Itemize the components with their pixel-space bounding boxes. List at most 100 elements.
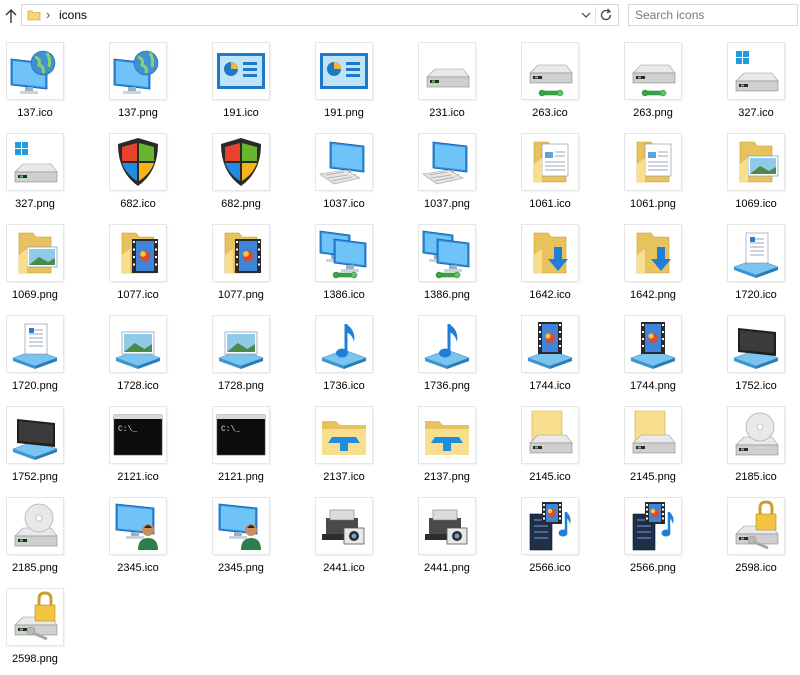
- file-name: 1728.png: [218, 380, 264, 392]
- address-bar[interactable]: › icons: [21, 4, 619, 26]
- file-item[interactable]: 2566.ico: [515, 493, 618, 584]
- file-item[interactable]: 1061.png: [618, 129, 721, 220]
- file-item[interactable]: 2441.png: [412, 493, 515, 584]
- file-name: 2566.png: [630, 562, 676, 574]
- document-library-icon: [7, 316, 63, 372]
- file-name: 327.png: [15, 198, 55, 210]
- file-name: 1720.ico: [735, 289, 777, 301]
- search-box[interactable]: [628, 4, 798, 26]
- file-item[interactable]: 2185.png: [0, 493, 103, 584]
- file-item[interactable]: 191.ico: [206, 38, 309, 129]
- file-item[interactable]: 2345.ico: [103, 493, 206, 584]
- up-arrow-icon[interactable]: [3, 6, 19, 26]
- file-item[interactable]: 1720.png: [0, 311, 103, 402]
- file-item[interactable]: 1728.ico: [103, 311, 206, 402]
- breadcrumb-icons[interactable]: icons: [59, 6, 87, 24]
- file-item[interactable]: 2137.ico: [309, 402, 412, 493]
- file-item[interactable]: 2137.png: [412, 402, 515, 493]
- file-item[interactable]: 1752.ico: [721, 311, 800, 402]
- file-item[interactable]: 2598.ico: [721, 493, 800, 584]
- file-item[interactable]: 263.ico: [515, 38, 618, 129]
- file-item[interactable]: 1386.png: [412, 220, 515, 311]
- windows-shield-icon: [213, 134, 269, 190]
- file-item[interactable]: 327.png: [0, 129, 103, 220]
- file-name: 263.png: [633, 107, 673, 119]
- file-item[interactable]: 137.ico: [0, 38, 103, 129]
- file-item[interactable]: 1037.ico: [309, 129, 412, 220]
- file-name: 1720.png: [12, 380, 58, 392]
- videos-folder-icon: [213, 225, 269, 281]
- video-library-icon: [522, 316, 578, 372]
- file-item[interactable]: 1736.ico: [309, 311, 412, 402]
- file-item[interactable]: 1744.png: [618, 311, 721, 402]
- file-item[interactable]: 1744.ico: [515, 311, 618, 402]
- file-name: 231.ico: [429, 107, 465, 119]
- scanner-camera-icon: [316, 498, 372, 554]
- file-item[interactable]: 1386.ico: [309, 220, 412, 311]
- file-item[interactable]: 1728.png: [206, 311, 309, 402]
- file-name: 1728.ico: [117, 380, 159, 392]
- file-item[interactable]: 2566.png: [618, 493, 721, 584]
- svg-text:C:\_: C:\_: [118, 425, 137, 434]
- file-item[interactable]: 1077.ico: [103, 220, 206, 311]
- document-library-icon: [728, 225, 784, 281]
- file-name: 2145.ico: [529, 471, 571, 483]
- file-item[interactable]: 1037.png: [412, 129, 515, 220]
- file-name: 263.ico: [532, 107, 568, 119]
- file-item[interactable]: C:\_ 2121.png: [206, 402, 309, 493]
- file-item[interactable]: 2441.ico: [309, 493, 412, 584]
- breadcrumb-separator: ›: [46, 7, 51, 22]
- file-item[interactable]: 2345.png: [206, 493, 309, 584]
- file-item[interactable]: 1720.ico: [721, 220, 800, 311]
- file-item[interactable]: 1069.ico: [721, 129, 800, 220]
- file-name: 1077.ico: [117, 289, 159, 301]
- globe-monitor-icon: [7, 43, 63, 99]
- file-item[interactable]: 1069.png: [0, 220, 103, 311]
- file-item[interactable]: 1752.png: [0, 402, 103, 493]
- file-item[interactable]: 1077.png: [206, 220, 309, 311]
- file-item[interactable]: 231.ico: [412, 38, 515, 129]
- chevron-down-icon[interactable]: [579, 5, 593, 25]
- file-name: 1752.ico: [735, 380, 777, 392]
- file-item[interactable]: 1061.ico: [515, 129, 618, 220]
- file-name: 1642.ico: [529, 289, 571, 301]
- file-name: 191.ico: [223, 107, 259, 119]
- file-item[interactable]: 137.png: [103, 38, 206, 129]
- file-item[interactable]: 1736.png: [412, 311, 515, 402]
- network-drive-icon: [522, 43, 578, 99]
- file-item[interactable]: 682.ico: [103, 129, 206, 220]
- file-item[interactable]: 2145.ico: [515, 402, 618, 493]
- file-item[interactable]: 263.png: [618, 38, 721, 129]
- videos-folder-icon: [110, 225, 166, 281]
- media-server-icon: [522, 498, 578, 554]
- picture-library-icon: [110, 316, 166, 372]
- file-item[interactable]: 2145.png: [618, 402, 721, 493]
- cd-drive-icon: [7, 498, 63, 554]
- refresh-icon[interactable]: [598, 7, 614, 23]
- search-input[interactable]: [635, 7, 785, 23]
- file-name: 2345.png: [218, 562, 264, 574]
- file-item[interactable]: 191.png: [309, 38, 412, 129]
- file-name: 2121.ico: [117, 471, 159, 483]
- user-computer-icon: [213, 498, 269, 554]
- file-name: 1037.ico: [323, 198, 365, 210]
- computer-icon: [316, 134, 372, 190]
- file-name: 682.png: [221, 198, 261, 210]
- downloads-folder-icon: [522, 225, 578, 281]
- file-item[interactable]: 327.ico: [721, 38, 800, 129]
- file-name: 1386.png: [424, 289, 470, 301]
- file-item[interactable]: C:\_ 2121.ico: [103, 402, 206, 493]
- pictures-folder-icon: [728, 134, 784, 190]
- file-item[interactable]: 1642.ico: [515, 220, 618, 311]
- file-item[interactable]: 2598.png: [0, 584, 103, 675]
- music-library-icon: [316, 316, 372, 372]
- file-item[interactable]: 2185.ico: [721, 402, 800, 493]
- file-item[interactable]: 1642.png: [618, 220, 721, 311]
- folder-drive-icon: [625, 407, 681, 463]
- file-item[interactable]: 682.png: [206, 129, 309, 220]
- file-name: 1037.png: [424, 198, 470, 210]
- file-name: 1744.png: [630, 380, 676, 392]
- windows-drive-icon: [728, 43, 784, 99]
- file-grid: 137.ico 137.png 191.ico 191.png 231.ico …: [0, 38, 800, 675]
- file-name: 1069.png: [12, 289, 58, 301]
